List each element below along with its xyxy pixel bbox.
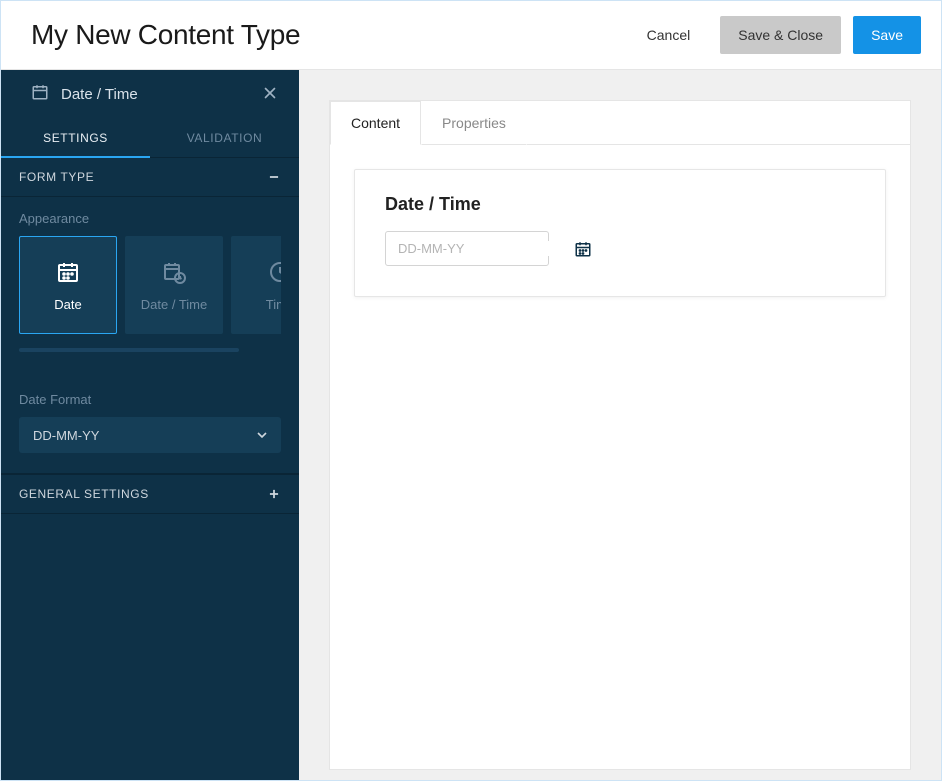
section-form-type-header[interactable]: FORM TYPE bbox=[1, 158, 299, 197]
appearance-option-datetime[interactable]: Date / Time bbox=[125, 236, 223, 334]
section-general-settings-header[interactable]: GENERAL SETTINGS bbox=[1, 474, 299, 514]
settings-sidebar: Date / Time SETTINGS VALIDATION FORM TYP… bbox=[1, 70, 299, 780]
appearance-option-label: Date bbox=[54, 297, 81, 312]
section-general-settings-label: GENERAL SETTINGS bbox=[19, 487, 149, 501]
appearance-option-label: Date / Time bbox=[141, 297, 207, 312]
cancel-button[interactable]: Cancel bbox=[629, 16, 709, 54]
calendar-icon[interactable] bbox=[574, 239, 592, 259]
sidebar-type-title: Date / Time bbox=[61, 86, 138, 103]
workspace: Date / Time SETTINGS VALIDATION FORM TYP… bbox=[1, 70, 941, 780]
calendar-icon bbox=[31, 83, 49, 106]
field-title: Date / Time bbox=[385, 194, 855, 215]
date-format-select[interactable]: DD-MM-YY bbox=[19, 417, 281, 453]
sidebar-tabs: SETTINGS VALIDATION bbox=[1, 118, 299, 158]
page-title: My New Content Type bbox=[31, 19, 300, 51]
close-icon[interactable] bbox=[259, 82, 281, 104]
save-button[interactable]: Save bbox=[853, 16, 921, 54]
appearance-options: Date Date / Time Time bbox=[19, 236, 281, 334]
section-form-type-body: Appearance Date Date / Time bbox=[1, 197, 299, 474]
preview-area: Content Properties Date / Time bbox=[299, 70, 941, 780]
section-form-type-label: FORM TYPE bbox=[19, 170, 94, 184]
calendar-clock-icon bbox=[161, 259, 187, 285]
expand-icon bbox=[267, 487, 281, 501]
page-header: My New Content Type Cancel Save & Close … bbox=[1, 1, 941, 70]
preview-tabs: Content Properties bbox=[330, 101, 910, 145]
appearance-option-date[interactable]: Date bbox=[19, 236, 117, 334]
clock-icon bbox=[267, 259, 281, 285]
chevron-down-icon bbox=[257, 430, 267, 440]
field-preview-card: Date / Time bbox=[354, 169, 886, 297]
header-actions: Cancel Save & Close Save bbox=[629, 16, 921, 54]
date-input[interactable] bbox=[398, 241, 574, 256]
collapse-icon bbox=[267, 170, 281, 184]
tab-content[interactable]: Content bbox=[330, 101, 421, 145]
date-format-label: Date Format bbox=[19, 392, 281, 407]
date-input-container[interactable] bbox=[385, 231, 549, 266]
date-format-value: DD-MM-YY bbox=[33, 428, 99, 443]
tab-settings[interactable]: SETTINGS bbox=[1, 118, 150, 157]
preview-panel: Content Properties Date / Time bbox=[329, 100, 911, 770]
appearance-label: Appearance bbox=[19, 211, 281, 226]
appearance-option-label: Time bbox=[266, 297, 281, 312]
scroll-indicator[interactable] bbox=[19, 348, 239, 352]
appearance-option-time[interactable]: Time bbox=[231, 236, 281, 334]
sidebar-type-header: Date / Time bbox=[1, 70, 299, 118]
calendar-icon bbox=[55, 259, 81, 285]
tab-validation[interactable]: VALIDATION bbox=[150, 118, 299, 157]
tab-properties[interactable]: Properties bbox=[421, 101, 527, 145]
save-and-close-button[interactable]: Save & Close bbox=[720, 16, 841, 54]
